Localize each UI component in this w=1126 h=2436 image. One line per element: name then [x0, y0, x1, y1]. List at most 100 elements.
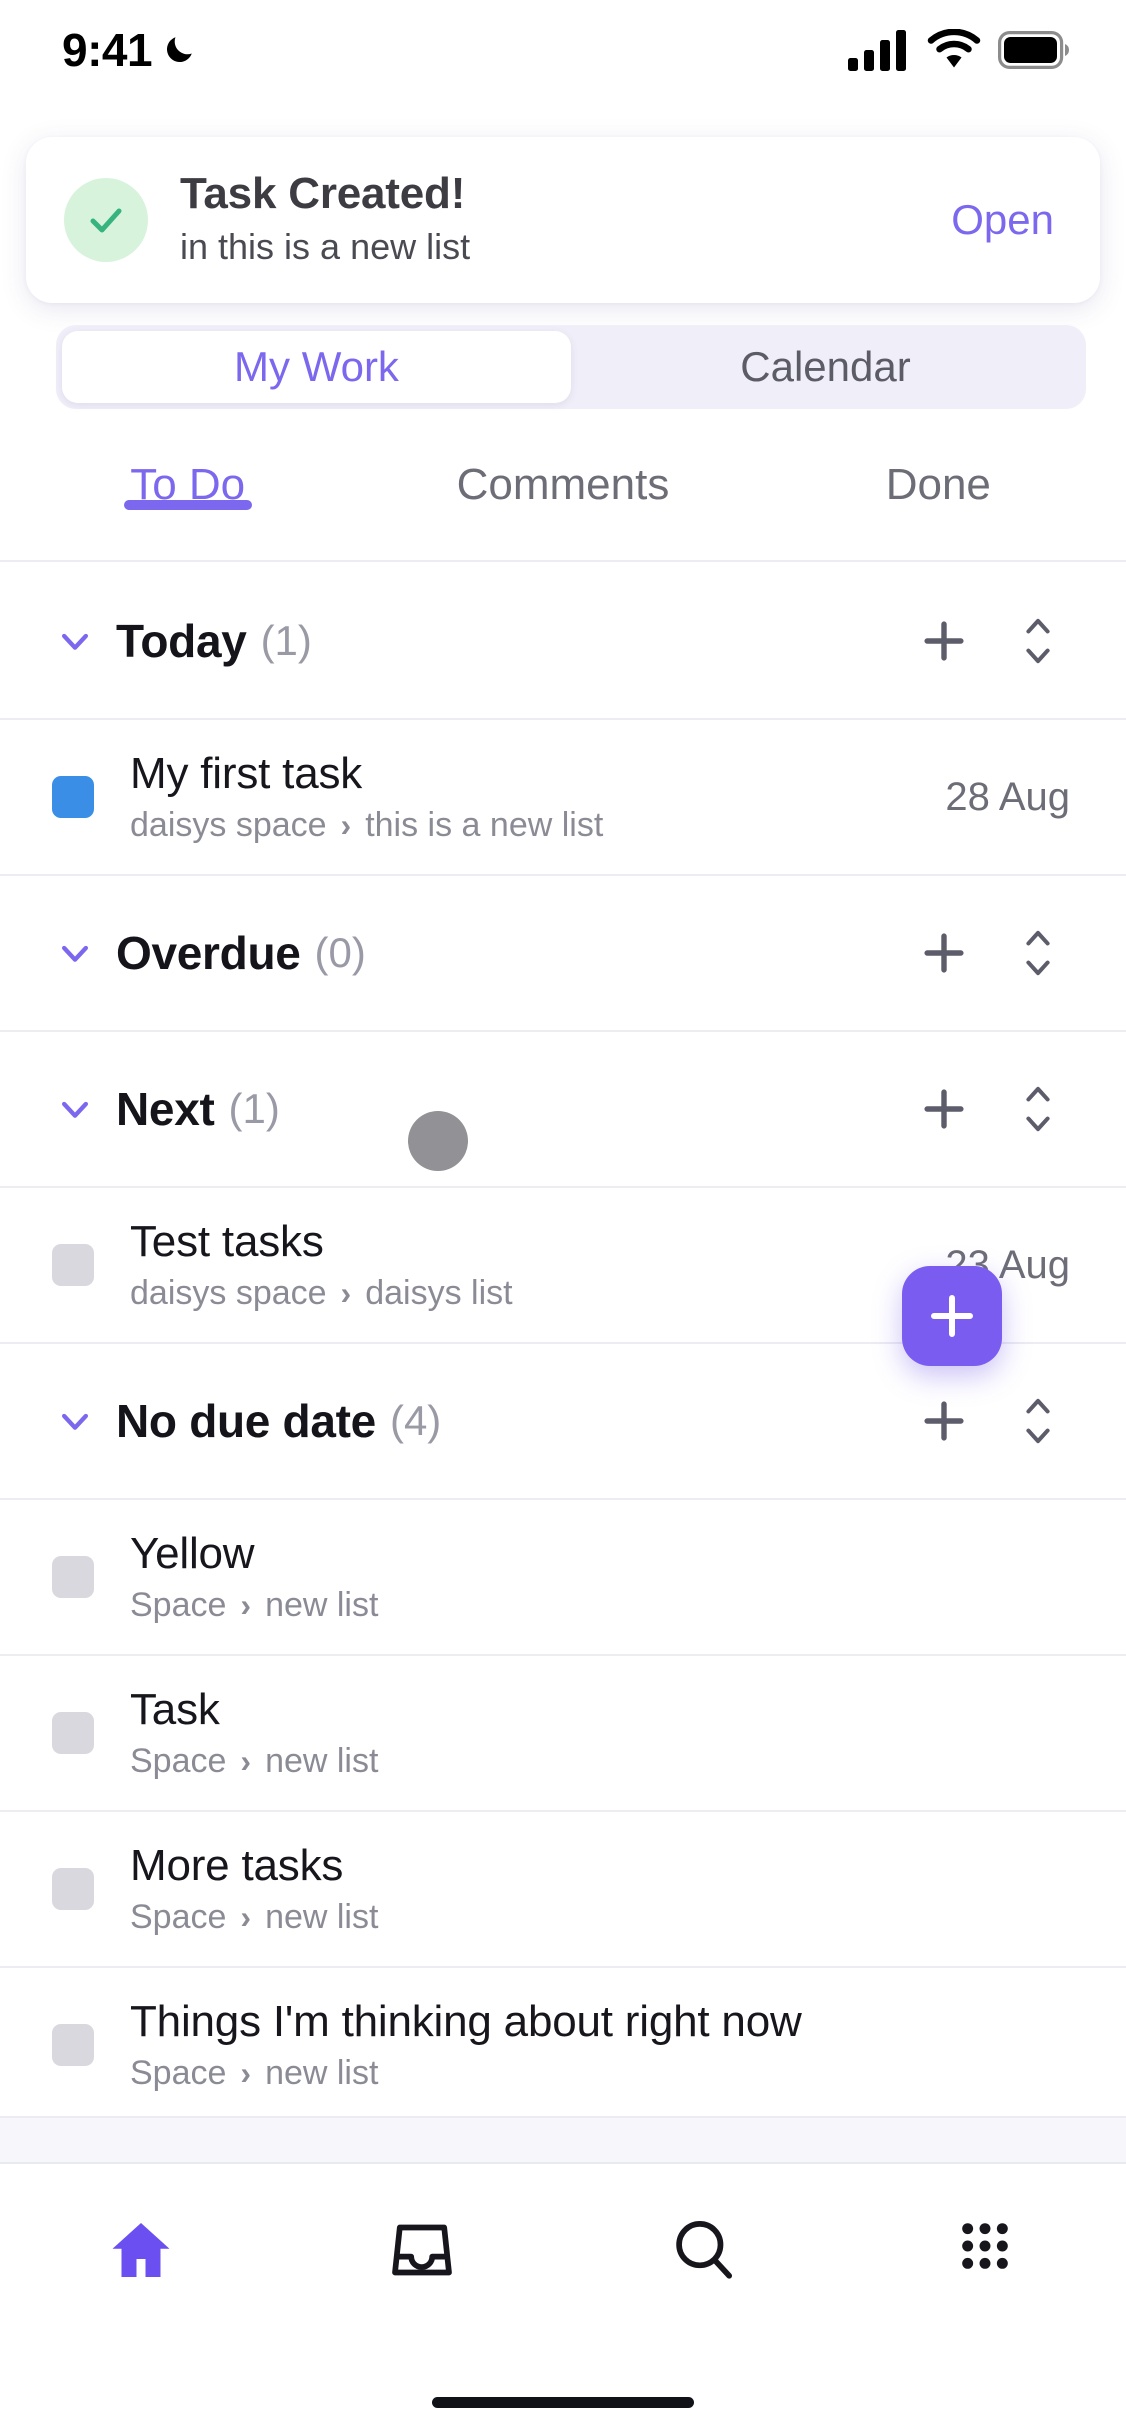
task-breadcrumb: daisys space › daisys list — [130, 1274, 921, 1313]
chevron-down-icon[interactable] — [52, 1401, 98, 1441]
status-bar-right — [848, 29, 1070, 71]
breadcrumb-list: new list — [265, 1898, 379, 1937]
segment-calendar[interactable]: Calendar — [571, 331, 1080, 403]
task-breadcrumb: Space › new list — [130, 1898, 1070, 1937]
section-title: Overdue — [116, 927, 301, 979]
cellular-signal-icon — [848, 30, 906, 71]
section-count: (1) — [228, 1085, 280, 1132]
section-header-next[interactable]: Next (1) — [0, 1032, 1126, 1188]
task-row[interactable]: More tasks Space › new list — [0, 1812, 1126, 1968]
task-name: Task — [130, 1684, 220, 1734]
task-row[interactable]: Task Space › new list — [0, 1656, 1126, 1812]
task-body: Yellow Space › new list — [130, 1529, 1070, 1625]
nav-search[interactable] — [604, 2214, 804, 2286]
task-name: Things I'm thinking about right now — [130, 1996, 802, 2046]
chevron-right-icon: › — [240, 2055, 252, 2092]
home-indicator — [432, 2397, 694, 2408]
plus-icon[interactable] — [912, 1077, 976, 1141]
chevron-right-icon: › — [240, 1743, 252, 1780]
breadcrumb-list: new list — [265, 1742, 379, 1781]
task-breadcrumb: Space › new list — [130, 1586, 1070, 1625]
create-task-fab[interactable] — [902, 1266, 1002, 1366]
sort-updown-icon[interactable] — [1006, 1389, 1070, 1453]
search-icon — [676, 2221, 732, 2279]
task-breadcrumb: daisys space › this is a new list — [130, 806, 921, 845]
bottom-navigation — [0, 2162, 1126, 2436]
toast-subtitle: in this is a new list — [180, 225, 471, 267]
chevron-right-icon: › — [240, 1899, 252, 1936]
segmented-control: My Work Calendar — [56, 325, 1086, 409]
section-count: (4) — [389, 1397, 442, 1444]
breadcrumb-space: Space — [130, 1742, 227, 1781]
breadcrumb-list: this is a new list — [365, 806, 604, 845]
breadcrumb-space: Space — [130, 1898, 227, 1937]
status-bar-time: 9:41 — [62, 24, 153, 76]
task-body: Things I'm thinking about right now Space… — [130, 1997, 1070, 2093]
section-header-overdue[interactable]: Overdue (0) — [0, 876, 1126, 1032]
task-row[interactable]: Things I'm thinking about right now Space… — [0, 1968, 1126, 2124]
toast-open-button[interactable]: Open — [951, 196, 1054, 244]
tab-active-underline — [123, 500, 252, 510]
breadcrumb-space: Space — [130, 2054, 227, 2093]
task-body: My first task daisys space › this is a new … — [130, 749, 921, 845]
task-checkbox[interactable] — [52, 1556, 94, 1598]
task-name: My first task — [130, 748, 363, 798]
task-checkbox[interactable] — [52, 776, 94, 818]
plus-icon[interactable] — [912, 609, 976, 673]
breadcrumb-space: daisys space — [130, 806, 327, 845]
task-checkbox[interactable] — [52, 1712, 94, 1754]
task-body: More tasks Space › new list — [130, 1841, 1070, 1937]
breadcrumb-list: daisys list — [365, 1274, 513, 1313]
touch-indicator — [408, 1111, 468, 1171]
task-breadcrumb: Space › new list — [130, 1742, 1070, 1781]
task-created-toast[interactable]: Task Created! in this is a new list Open — [26, 137, 1100, 303]
task-name: Test tasks — [130, 1216, 324, 1266]
sort-updown-icon[interactable] — [1006, 609, 1070, 673]
tab-bar: To Do Comments Done — [0, 452, 1126, 562]
plus-icon[interactable] — [912, 921, 976, 985]
task-body: Task Space › new list — [130, 1685, 1070, 1781]
task-checkbox[interactable] — [52, 1244, 94, 1286]
task-name: More tasks — [130, 1840, 344, 1890]
sort-updown-icon[interactable] — [1006, 1077, 1070, 1141]
chevron-right-icon: › — [240, 1587, 252, 1624]
toast-container: Task Created! in this is a new list Open — [26, 137, 1100, 303]
chevron-down-icon[interactable] — [52, 933, 98, 973]
check-circle-icon — [64, 178, 148, 262]
section-title: No due date — [116, 1395, 376, 1447]
wifi-icon — [927, 29, 981, 68]
plus-icon[interactable] — [912, 1389, 976, 1453]
plus-icon — [931, 1295, 973, 1337]
chevron-down-icon[interactable] — [52, 1089, 98, 1129]
tab-done[interactable]: Done — [751, 452, 1126, 510]
inbox-tray-icon — [392, 2224, 453, 2276]
section-header-today[interactable]: Today (1) — [0, 564, 1126, 720]
task-row[interactable]: My first task daisys space › this is a new … — [0, 720, 1126, 876]
status-bar-left: 9:41 — [62, 23, 196, 77]
segment-my-work[interactable]: My Work — [62, 331, 571, 403]
task-name: Yellow — [130, 1528, 255, 1578]
toast-title: Task Created! — [180, 169, 466, 219]
section-header-no-due-date[interactable]: No due date (4) — [0, 1344, 1126, 1500]
section-count: (0) — [314, 929, 366, 976]
task-breadcrumb: Space › new list — [130, 2054, 1070, 2093]
breadcrumb-list: new list — [265, 1586, 379, 1625]
task-checkbox[interactable] — [52, 1868, 94, 1910]
task-row[interactable]: Yellow Space › new list — [0, 1500, 1126, 1656]
list-bottom-fade — [0, 2116, 1126, 2162]
section-title: Today — [116, 615, 247, 667]
tab-comments[interactable]: Comments — [375, 452, 750, 510]
chevron-right-icon: › — [340, 1275, 352, 1312]
apps-grid-icon — [962, 2223, 1009, 2269]
chevron-right-icon: › — [340, 807, 352, 844]
section-count: (1) — [260, 617, 312, 664]
nav-home[interactable] — [41, 2214, 241, 2286]
task-checkbox[interactable] — [52, 2024, 94, 2066]
phone-screen: 9:41 Task Created! in this is a new list… — [0, 0, 1126, 2436]
nav-apps[interactable] — [885, 2214, 1085, 2278]
tab-to-do[interactable]: To Do — [0, 452, 375, 510]
sort-updown-icon[interactable] — [1006, 921, 1070, 985]
nav-inbox[interactable] — [322, 2214, 522, 2286]
toast-text: Task Created! in this is a new list — [180, 171, 951, 268]
chevron-down-icon[interactable] — [52, 621, 98, 661]
